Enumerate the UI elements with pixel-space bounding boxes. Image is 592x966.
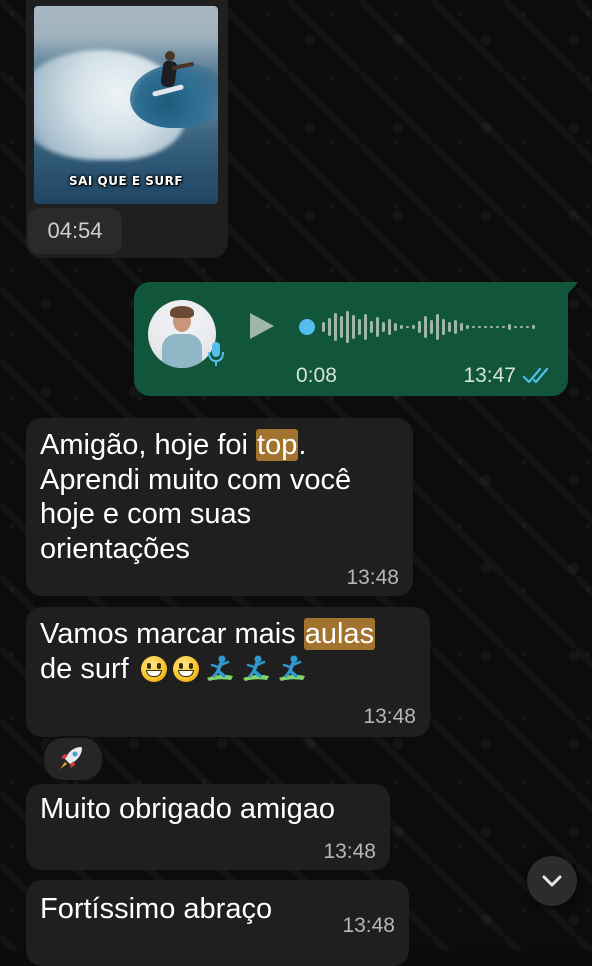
message-text-part: .: [298, 429, 307, 461]
incoming-message-bubble[interactable]: Amigão, hoje foi top. Aprendi muito com …: [26, 418, 413, 596]
incoming-message-bubble[interactable]: Vamos marcar mais aulas de surf 13:48: [26, 607, 430, 737]
grinning-face-emoji: [140, 655, 167, 682]
message-timestamp: 13:48: [323, 840, 376, 863]
microphone-icon: [208, 342, 224, 366]
avatar-shirt-graphic: [162, 334, 202, 368]
bubble-tail: [566, 282, 578, 296]
message-line: Amigão, hoje foi top.: [40, 428, 351, 463]
message-text: Amigão, hoje foi top. Aprendi muito com …: [40, 428, 351, 566]
avatar-hair-graphic: [170, 306, 194, 318]
audio-waveform[interactable]: [298, 310, 548, 344]
message-text: Fortíssimo abraço: [40, 893, 273, 925]
message-line: de surf: [40, 652, 375, 687]
play-icon[interactable]: [250, 313, 274, 339]
message-timestamp: 13:48: [346, 566, 399, 589]
message-text: Muito obrigado amigao: [40, 793, 336, 825]
message-line: Aprendi muito com você: [40, 463, 352, 496]
video-duration: 04:54: [28, 208, 122, 254]
message-reaction[interactable]: [42, 736, 104, 782]
message-timestamp: 13:47: [463, 364, 516, 387]
voice-message-bubble[interactable]: 0:08 13:47: [134, 282, 578, 396]
message-text: Vamos marcar mais aulas de surf: [40, 617, 376, 687]
surfer-head-graphic: [165, 51, 175, 61]
search-highlight: aulas: [303, 618, 376, 650]
search-highlight: top: [256, 429, 299, 461]
person-surfing-emoji: [242, 655, 269, 681]
incoming-message-bubble[interactable]: Fortíssimo abraço 13:48: [26, 880, 409, 966]
message-line: hoje e com suas: [40, 498, 252, 530]
message-text-part: Amigão, hoje foi: [40, 429, 257, 461]
message-line: orientações: [40, 532, 190, 565]
person-surfing-emoji: [278, 655, 305, 681]
video-thumbnail[interactable]: SAI QUE E SURF: [34, 6, 218, 204]
message-text-part: de surf: [40, 652, 129, 685]
voice-duration: 0:08: [296, 364, 337, 387]
grinning-face-emoji: [172, 655, 199, 682]
message-timestamp: 13:48: [363, 705, 416, 728]
message-timestamp: 13:48: [342, 914, 395, 937]
person-surfing-emoji: [206, 655, 233, 681]
double-check-icon: [522, 367, 549, 384]
message-text-part: Vamos marcar mais: [40, 618, 304, 650]
incoming-message-bubble[interactable]: Muito obrigado amigao 13:48: [26, 784, 390, 870]
message-line: Vamos marcar mais aulas: [40, 617, 376, 652]
chevron-down-icon: [542, 875, 562, 887]
scroll-to-bottom-button[interactable]: [527, 856, 577, 906]
thumbnail-caption: SAI QUE E SURF: [68, 174, 184, 188]
rocket-emoji: [60, 747, 82, 769]
